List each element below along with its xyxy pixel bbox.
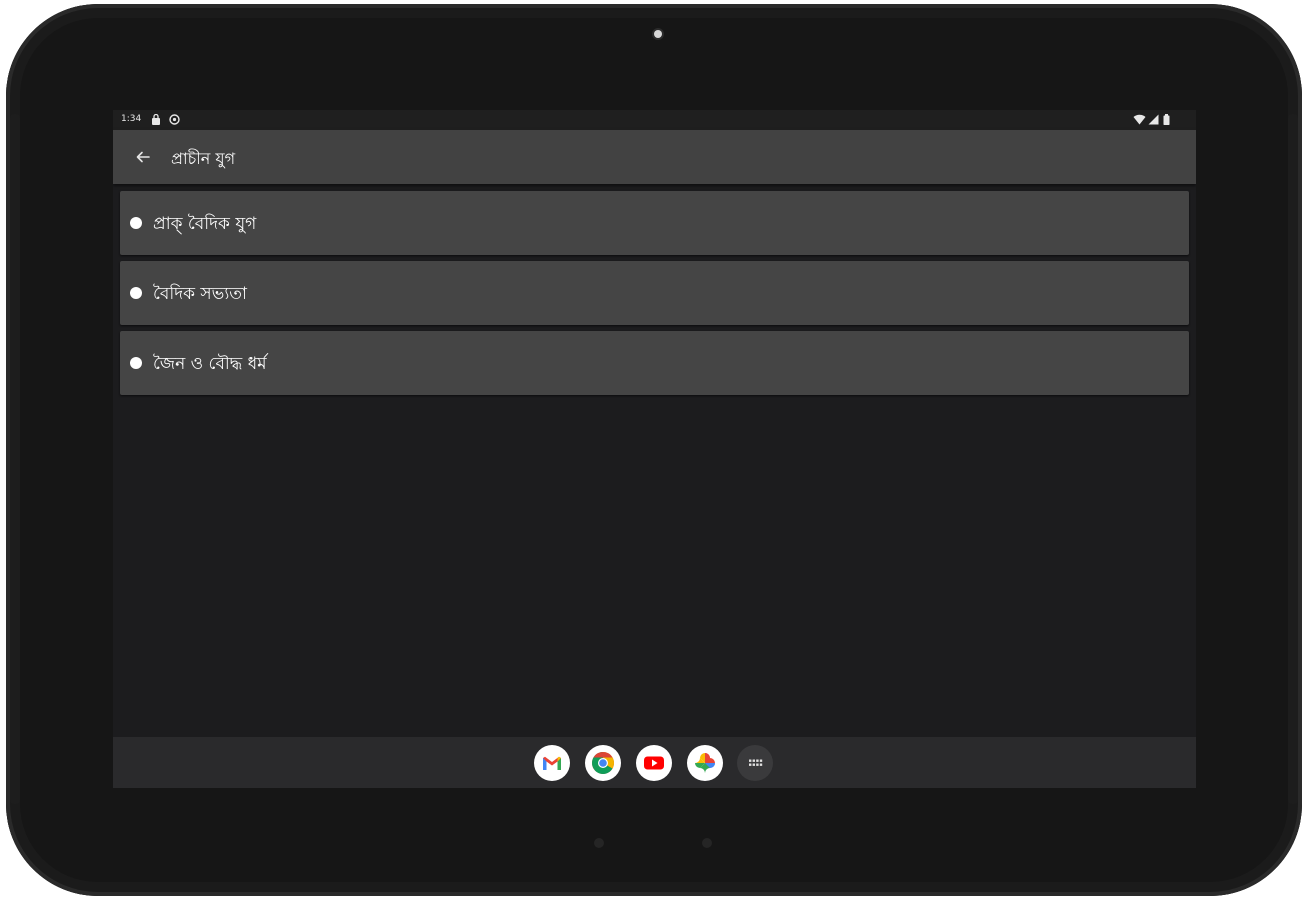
- screen: 1:34 প্রাচীন যুগ প্রাক্ বৈদিক যুগ বৈদিক …: [113, 110, 1196, 788]
- status-time: 1:34: [121, 114, 142, 124]
- photos-icon: [695, 753, 715, 773]
- app-drawer-button[interactable]: [737, 745, 773, 781]
- sensor-left: [594, 838, 604, 848]
- front-camera: [654, 30, 662, 38]
- list-item-label: জৈন ও বৌদ্ধ ধর্ম: [153, 354, 267, 374]
- list-item[interactable]: বৈদিক সভ্যতা: [120, 261, 1189, 325]
- cellular-signal-icon: [1148, 114, 1159, 128]
- sensor-right: [702, 838, 712, 848]
- app-bar: প্রাচীন যুগ: [113, 130, 1196, 184]
- lock-notification-icon: [151, 113, 161, 128]
- gmail-icon: [543, 756, 561, 770]
- arrow-back-icon: [136, 151, 150, 163]
- left-grip: [10, 114, 20, 804]
- taskbar: [113, 737, 1196, 788]
- list-item-label: বৈদিক সভ্যতা: [153, 284, 247, 304]
- youtube-icon: [644, 756, 664, 770]
- page-title: প্রাচীন যুগ: [171, 149, 236, 168]
- chrome-icon: [592, 752, 614, 774]
- settings-notification-icon: [169, 114, 180, 128]
- gmail-app[interactable]: [534, 745, 570, 781]
- list-item[interactable]: জৈন ও বৌদ্ধ ধর্ম: [120, 331, 1189, 395]
- back-button[interactable]: [131, 145, 155, 169]
- app-drawer-icon: [749, 759, 763, 766]
- right-grip: [1288, 114, 1298, 804]
- chapter-list: প্রাক্ বৈদিক যুগ বৈদিক সভ্যতা জৈন ও বৌদ্…: [120, 191, 1189, 401]
- photos-app[interactable]: [687, 745, 723, 781]
- list-item[interactable]: প্রাক্ বৈদিক যুগ: [120, 191, 1189, 255]
- bullet-icon: [130, 357, 142, 369]
- bullet-icon: [130, 287, 142, 299]
- wifi-icon: [1133, 114, 1146, 128]
- youtube-app[interactable]: [636, 745, 672, 781]
- bullet-icon: [130, 217, 142, 229]
- chrome-app[interactable]: [585, 745, 621, 781]
- battery-icon: [1163, 114, 1170, 128]
- list-item-label: প্রাক্ বৈদিক যুগ: [153, 214, 257, 234]
- status-bar: 1:34: [113, 110, 1196, 130]
